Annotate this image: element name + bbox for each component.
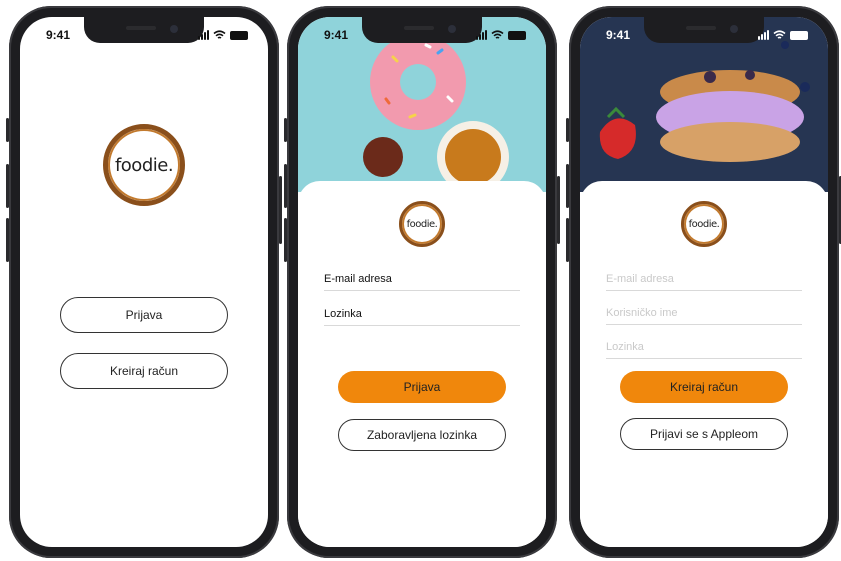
status-time: 9:41 [324, 28, 349, 42]
password-input[interactable]: Lozinka [606, 341, 802, 359]
wifi-icon [491, 30, 504, 39]
email-field[interactable]: E-mail adresa [324, 273, 520, 291]
status-bar: 9:41 [580, 28, 828, 44]
status-time: 9:41 [46, 28, 71, 42]
welcome-screen: 9:41 foodie. Prijava Kreiraj račun [20, 17, 268, 547]
wifi-icon [773, 30, 786, 39]
status-time: 9:41 [606, 28, 631, 42]
phone-welcome: 9:41 foodie. Prijava Kreiraj račun [6, 6, 282, 558]
power-button [279, 176, 282, 244]
battery-icon [230, 31, 248, 40]
login-screen: 9:41 foodie. E-mail adresa Lozinka Prija… [298, 17, 546, 547]
volume-up-button [6, 164, 9, 208]
foodie-logo: foodie. [399, 201, 445, 247]
forgot-password-button[interactable]: Zaboravljena lozinka [338, 419, 506, 451]
create-account-button[interactable]: Kreiraj račun [60, 353, 228, 389]
phone-register: 9:41 foodie. E-mail adresa Korisničko im… [566, 6, 841, 558]
login-button[interactable]: Prijava [338, 371, 506, 403]
login-sheet: foodie. E-mail adresa Lozinka Prijava Za… [298, 181, 546, 547]
signal-icon [476, 30, 487, 40]
battery-icon [790, 31, 808, 40]
phone-login: 9:41 foodie. E-mail adresa Lozinka Prija… [284, 6, 560, 558]
battery-icon [508, 31, 526, 40]
status-bar: 9:41 [20, 28, 268, 44]
signal-icon [758, 30, 769, 40]
username-input[interactable]: Korisničko ime [606, 307, 802, 325]
status-bar: 9:41 [298, 28, 546, 44]
create-account-button[interactable]: Kreiraj račun [620, 371, 788, 403]
password-field[interactable]: Lozinka [324, 308, 520, 326]
mute-switch [6, 118, 9, 142]
apple-signin-button[interactable]: Prijavi se s Appleom [620, 418, 788, 450]
foodie-logo: foodie. [681, 201, 727, 247]
email-input[interactable]: E-mail adresa [606, 273, 802, 291]
register-sheet: foodie. E-mail adresa Korisničko ime Loz… [580, 181, 828, 547]
register-screen: 9:41 foodie. E-mail adresa Korisničko im… [580, 17, 828, 547]
volume-down-button [6, 218, 9, 262]
signal-icon [198, 30, 209, 40]
foodie-logo: foodie. [103, 124, 185, 206]
login-button[interactable]: Prijava [60, 297, 228, 333]
wifi-icon [213, 30, 226, 39]
